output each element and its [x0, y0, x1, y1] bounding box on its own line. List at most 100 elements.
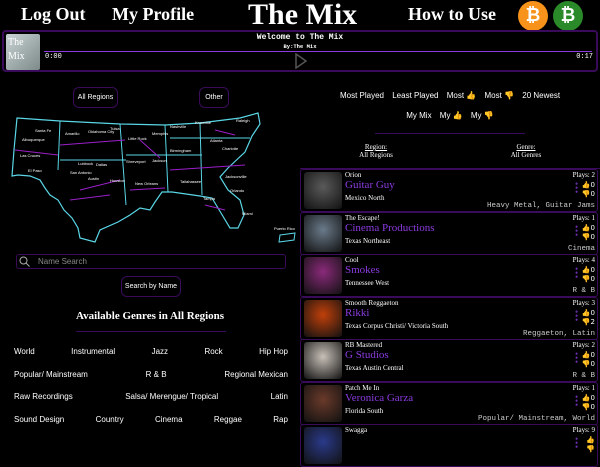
dislike-button[interactable]: 👎0: [582, 233, 595, 241]
like-button[interactable]: 👍0: [582, 309, 595, 317]
play-count: Plays: 1: [572, 213, 595, 222]
all-regions-button[interactable]: All Regions: [73, 87, 118, 108]
genres-title: Available Genres in All Regions: [75, 310, 225, 322]
region-filter[interactable]: Region: All Regions: [316, 143, 436, 159]
track-card[interactable]: RB Mastered G Studios Texas Austin Centr…: [300, 339, 598, 382]
bitcoin-icon[interactable]: ₿: [518, 1, 548, 31]
genre-link[interactable]: Sound Design: [14, 415, 64, 424]
sort-20-newest[interactable]: 20 Newest: [522, 91, 560, 100]
more-options-icon[interactable]: • • •: [575, 265, 578, 282]
track-title[interactable]: Smooth Reggaeton: [345, 299, 398, 307]
genre-link[interactable]: Latin: [271, 392, 288, 401]
dislike-count: 0: [590, 360, 595, 368]
map-label: Lubbock: [78, 161, 93, 166]
sort-least-played[interactable]: Least Played: [392, 91, 438, 100]
my-profile-link[interactable]: My Profile: [112, 4, 194, 25]
genre-link[interactable]: Reggae: [214, 415, 242, 424]
genre-link[interactable]: R & B: [146, 370, 167, 379]
more-options-icon[interactable]: • • •: [575, 350, 578, 367]
track-card[interactable]: The Escape! Cinema Productions Texas Nor…: [300, 211, 598, 255]
genre-link[interactable]: Popular/ Mainstream: [14, 370, 88, 379]
artist-name[interactable]: Guitar Guy: [345, 179, 395, 191]
region-map[interactable]: Santa Fe Albuquerque Las Cruces El Paso …: [0, 110, 300, 250]
sort-my-mix[interactable]: My Mix: [406, 111, 431, 120]
genre-link[interactable]: Regional Mexican: [224, 370, 288, 379]
like-button[interactable]: 👍0: [582, 181, 595, 189]
sort-my-liked[interactable]: My 👍: [440, 111, 463, 120]
dislike-button[interactable]: 👎0: [582, 275, 595, 283]
other-region-button[interactable]: Other: [199, 87, 229, 108]
how-to-use-link[interactable]: How to Use: [408, 4, 496, 25]
dislike-button[interactable]: 👎0: [582, 190, 595, 198]
artist-name[interactable]: Smokes: [345, 264, 380, 276]
track-title[interactable]: The Escape!: [345, 214, 380, 222]
artist-image[interactable]: [304, 257, 342, 294]
artist-image[interactable]: [304, 342, 342, 379]
artist-name[interactable]: Cinema Productions: [345, 222, 435, 234]
player-artist: By:The Mix: [283, 43, 317, 50]
genre-link[interactable]: Jazz: [152, 347, 168, 356]
genre-link[interactable]: World: [14, 347, 35, 356]
genre-link[interactable]: Rap: [273, 415, 288, 424]
duration: 0:17: [576, 53, 593, 61]
like-button[interactable]: 👍0: [582, 394, 595, 402]
artist-image[interactable]: [304, 214, 342, 252]
progress-bar[interactable]: [44, 51, 592, 52]
sort-most-played[interactable]: Most Played: [340, 91, 384, 100]
track-title[interactable]: Orion: [345, 171, 361, 179]
bitcoin-cash-icon[interactable]: ₿: [553, 1, 583, 31]
track-title[interactable]: Patch Me In: [345, 384, 379, 392]
dislike-button[interactable]: 👎: [586, 445, 595, 453]
genre-link[interactable]: Salsa/ Merengue/ Tropical: [125, 392, 218, 401]
artist-image[interactable]: [304, 299, 342, 337]
genre-link[interactable]: Cinema: [155, 415, 183, 424]
track-card[interactable]: Smooth Reggaeton Rikki Texas Corpus Chri…: [300, 296, 598, 340]
genre-link[interactable]: Country: [96, 415, 124, 424]
genre-link[interactable]: Instrumental: [71, 347, 115, 356]
track-card[interactable]: Orion Guitar Guy Mexico North Plays: 2 •…: [300, 169, 598, 212]
like-button[interactable]: 👍0: [582, 351, 595, 359]
name-search-input[interactable]: Name Search: [16, 254, 286, 269]
play-icon[interactable]: [294, 53, 308, 69]
dislike-button[interactable]: 👎0: [582, 403, 595, 411]
track-title[interactable]: Swagga: [345, 426, 367, 434]
dislike-button[interactable]: 👎0: [582, 360, 595, 368]
track-card[interactable]: Cool Smokes Tennessee West Plays: 4 • • • …: [300, 254, 598, 297]
artist-image[interactable]: [304, 427, 342, 464]
search-placeholder: Name Search: [38, 257, 87, 266]
genre-link[interactable]: Hip Hop: [259, 347, 288, 356]
track-card[interactable]: Patch Me In Veronica Garza Florida South…: [300, 381, 598, 425]
more-options-icon[interactable]: • • •: [575, 392, 578, 409]
sort-most-liked[interactable]: Most 👍: [447, 91, 477, 100]
track-title[interactable]: RB Mastered: [345, 341, 382, 349]
artist-name[interactable]: G Studios: [345, 349, 389, 361]
search-by-name-button[interactable]: Search by Name: [121, 276, 181, 297]
dislike-count: 0: [590, 402, 595, 411]
logout-link[interactable]: Log Out: [21, 4, 86, 25]
like-button[interactable]: 👍: [586, 436, 595, 444]
like-button[interactable]: 👍0: [582, 266, 595, 274]
player-title: Welcome to The Mix: [256, 33, 344, 42]
artist-name[interactable]: Rikki: [345, 307, 369, 319]
sort-my-disliked[interactable]: My 👎: [471, 111, 494, 120]
artist-name[interactable]: Veronica Garza: [345, 392, 413, 404]
sort-most-disliked[interactable]: Most 👎: [484, 91, 514, 100]
play-count: Plays: 2: [572, 171, 595, 179]
like-count: 0: [590, 393, 595, 402]
like-button[interactable]: 👍0: [582, 224, 595, 232]
map-label: Santa Fe: [35, 128, 52, 133]
track-title[interactable]: Cool: [345, 256, 359, 264]
track-card[interactable]: Swagga Plays: 9 • • • 👍 👎: [300, 424, 598, 467]
genre-link[interactable]: Raw Recordings: [14, 392, 73, 401]
artist-image[interactable]: [304, 384, 342, 422]
dislike-button[interactable]: 👎2: [582, 318, 595, 326]
genre-link[interactable]: Rock: [204, 347, 222, 356]
more-options-icon[interactable]: • • •: [575, 435, 578, 452]
more-options-icon[interactable]: • • •: [575, 222, 578, 239]
artist-image[interactable]: [304, 172, 342, 209]
genre-filter[interactable]: Genre: All Genres: [466, 143, 586, 159]
current-time: 0:00: [45, 53, 62, 61]
more-options-icon[interactable]: • • •: [575, 307, 578, 324]
dislike-count: 2: [590, 317, 595, 326]
more-options-icon[interactable]: • • •: [575, 180, 578, 197]
